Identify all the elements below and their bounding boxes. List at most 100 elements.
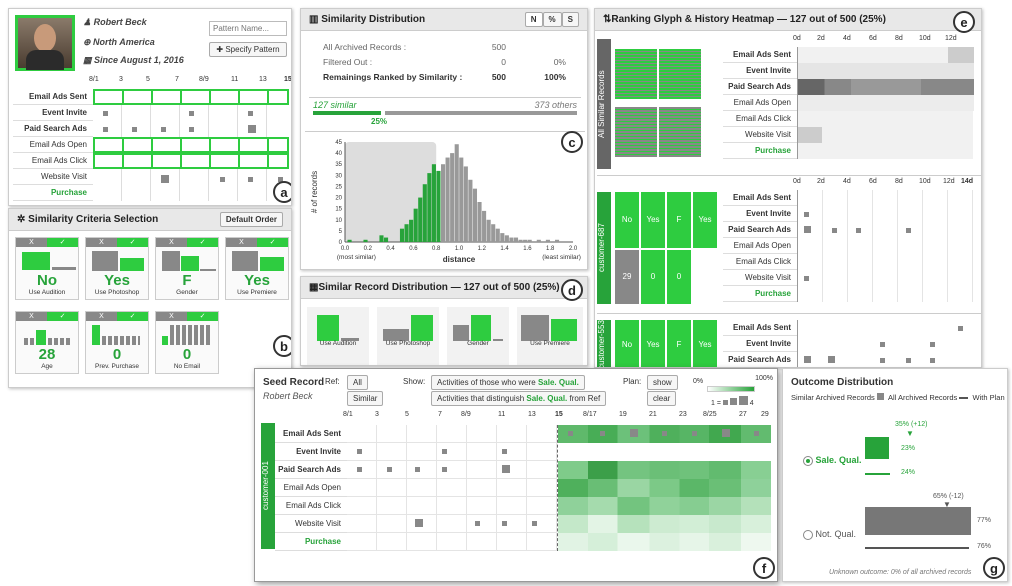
specify-pattern-button[interactable]: ✚ Specify Pattern <box>209 42 287 57</box>
histogram-bar <box>422 184 427 242</box>
distribution-card[interactable]: Use Photoshop <box>377 307 439 365</box>
histogram-bar <box>399 228 405 242</box>
histogram-bar <box>472 188 478 242</box>
x-axis-label: distance <box>443 255 476 264</box>
plan-show-button[interactable]: show <box>647 375 678 390</box>
history-heatmap[interactable] <box>797 47 974 159</box>
all-similar-label: All Similar Records <box>597 39 611 169</box>
ref-all-button[interactable]: All <box>347 375 368 390</box>
profile-panel: ♟ Robert Beck ⊕ North America ▦ Since Au… <box>8 8 292 206</box>
check-icon: ✓ <box>47 238 78 247</box>
toggle-count[interactable]: N <box>524 12 543 27</box>
x-tick-label: 1.6 <box>523 246 532 252</box>
criteria-card[interactable]: X ✓ 0 Prev. Purchase <box>85 311 149 374</box>
customer-label: customer-001 <box>261 423 275 549</box>
plan-heatmap[interactable] <box>557 425 771 551</box>
panel-title: ▦ Similar Record Distribution — 127 out … <box>301 277 587 299</box>
histogram-bar <box>495 228 500 242</box>
criteria-card[interactable]: X ✓ 0 No Email <box>155 311 219 374</box>
default-order-button[interactable]: Default Order <box>219 212 283 227</box>
person-icon: ♟ <box>83 17 94 27</box>
chart-icon: ▥ <box>309 14 322 25</box>
criteria-card[interactable]: X ✓ Yes Use Premiere <box>225 237 289 300</box>
histogram[interactable]: 45 40 35 30 25 20 15 10 5 0 0.0 0.2 0.4 0.6 0.8 1.0 1.2 1… <box>305 131 585 267</box>
seed-history-grid[interactable] <box>347 425 557 551</box>
outcome-legend: Similar Archived Records All Archived Re… <box>791 393 1008 402</box>
customer-label: customer-687 <box>597 192 611 304</box>
customer-row[interactable]: customer-553 No Yes F Yes Email Ads Sent… <box>597 313 981 367</box>
criteria-card[interactable]: X ✓ Yes Use Photoshop <box>85 237 149 300</box>
histogram-bar <box>413 208 418 242</box>
criteria-card[interactable]: X ✓ 28 Age <box>15 311 79 374</box>
others-count: 373 others <box>534 100 577 110</box>
histogram-bar <box>363 239 368 242</box>
all-similar-block: All Similar Records 0d 2d 4d 6d 8d 10d 12d Ema… <box>597 35 981 169</box>
badge-f: f <box>753 557 775 579</box>
distribution-card[interactable]: Use Audition <box>307 307 369 365</box>
toggle-percent[interactable]: % <box>542 12 562 27</box>
plan-clear-button[interactable]: clear <box>647 391 677 406</box>
sort-icon: ⇅ <box>603 14 612 25</box>
distribution-card[interactable]: Gender <box>447 307 509 365</box>
sale-qual-radio[interactable]: Sale. Qual. <box>803 455 862 466</box>
histogram-bar <box>404 224 409 242</box>
y-tick-label: 15 <box>335 207 342 213</box>
outcome-distribution-panel: Outcome Distribution Similar Archived Re… <box>782 368 1008 582</box>
profile-name: Robert Beck <box>93 17 147 27</box>
similar-record-distribution-panel: ▦ Similar Record Distribution — 127 out … <box>300 276 588 366</box>
similarity-criteria-panel: ✲ Similarity Criteria Selection Default … <box>8 208 292 388</box>
seed-title: Seed Record <box>263 377 325 388</box>
histogram-bar <box>418 197 423 242</box>
customer-row[interactable]: customer-687 No Yes F Yes 29 0 0 0d 2d 4d 6… <box>597 175 981 305</box>
not-qual-radio[interactable]: Not. Qual. <box>803 529 856 540</box>
ranking-glyph-panel: ⇅ Ranking Glyph & History Heatmap — 127 … <box>594 8 982 368</box>
distribution-card[interactable]: Use Premiere <box>517 307 583 365</box>
histogram-bar <box>468 179 473 242</box>
show-option-outcome[interactable]: Activities of those who were Sale. Qual. <box>431 375 585 390</box>
histogram-bar <box>463 166 468 242</box>
pattern-name-input[interactable] <box>209 21 287 36</box>
pattern-grid[interactable] <box>93 89 289 201</box>
badge-c: c <box>561 131 583 153</box>
ref-similar-button[interactable]: Similar <box>347 391 384 406</box>
histogram-bar <box>431 164 436 242</box>
histogram-bar <box>459 157 464 242</box>
histogram-bar <box>545 239 550 242</box>
histogram-bar <box>554 239 560 242</box>
profile-region: North America <box>93 37 155 47</box>
similar-count: 127 similar <box>313 100 357 110</box>
criteria-card[interactable]: X ✓ No Use Audition <box>15 237 79 300</box>
not-bar <box>865 507 971 535</box>
x-tick-label: 1.0 <box>455 246 464 252</box>
y-tick-label: 35 <box>335 162 342 168</box>
activity-label: Email Ads Click <box>13 153 93 169</box>
histogram-bar <box>491 224 496 242</box>
panel-title: ✲ Similarity Criteria Selection Default … <box>9 209 291 231</box>
histogram-bar <box>427 173 432 242</box>
panel-title: ⇅ Ranking Glyph & History Heatmap — 127 … <box>595 9 981 31</box>
plan-marker-icon: ▼ <box>906 429 914 438</box>
histogram-bar <box>409 219 414 242</box>
y-axis-label: # of records <box>310 171 319 213</box>
y-tick-label: 20 <box>335 196 342 202</box>
histogram-svg: 4540353025201510500.0 0.2 0.4 0.6 0.8 1.0 1.2 1… <box>310 140 581 264</box>
customer-label: customer-553 <box>597 320 611 367</box>
activity-label: Email Ads Sent <box>13 89 93 105</box>
histogram-bar <box>450 153 455 242</box>
triangle-down-icon: ▼ <box>1007 393 1008 402</box>
badge-e: e <box>953 11 975 33</box>
toggle-similarity[interactable]: S <box>561 12 579 27</box>
seed-name: Robert Beck <box>263 391 313 401</box>
gear-icon: ✲ <box>17 214 29 225</box>
least-similar-label: (least similar) <box>542 254 581 261</box>
x-tick-label: 1.4 <box>500 246 509 252</box>
histogram-bar <box>383 237 389 242</box>
show-option-distinguish[interactable]: Activities that distinguish Sale. Qual. … <box>431 391 607 406</box>
calendar-icon: ▦ <box>83 55 95 65</box>
avatar <box>15 15 75 71</box>
x-tick-label: 0.2 <box>364 246 373 252</box>
criteria-card[interactable]: X ✓ F Gender <box>155 237 219 300</box>
histogram-bar <box>482 210 487 242</box>
x-tick-label: 0.6 <box>409 246 418 252</box>
similarity-split-bar[interactable]: 127 similar 373 others 25% <box>309 97 581 127</box>
